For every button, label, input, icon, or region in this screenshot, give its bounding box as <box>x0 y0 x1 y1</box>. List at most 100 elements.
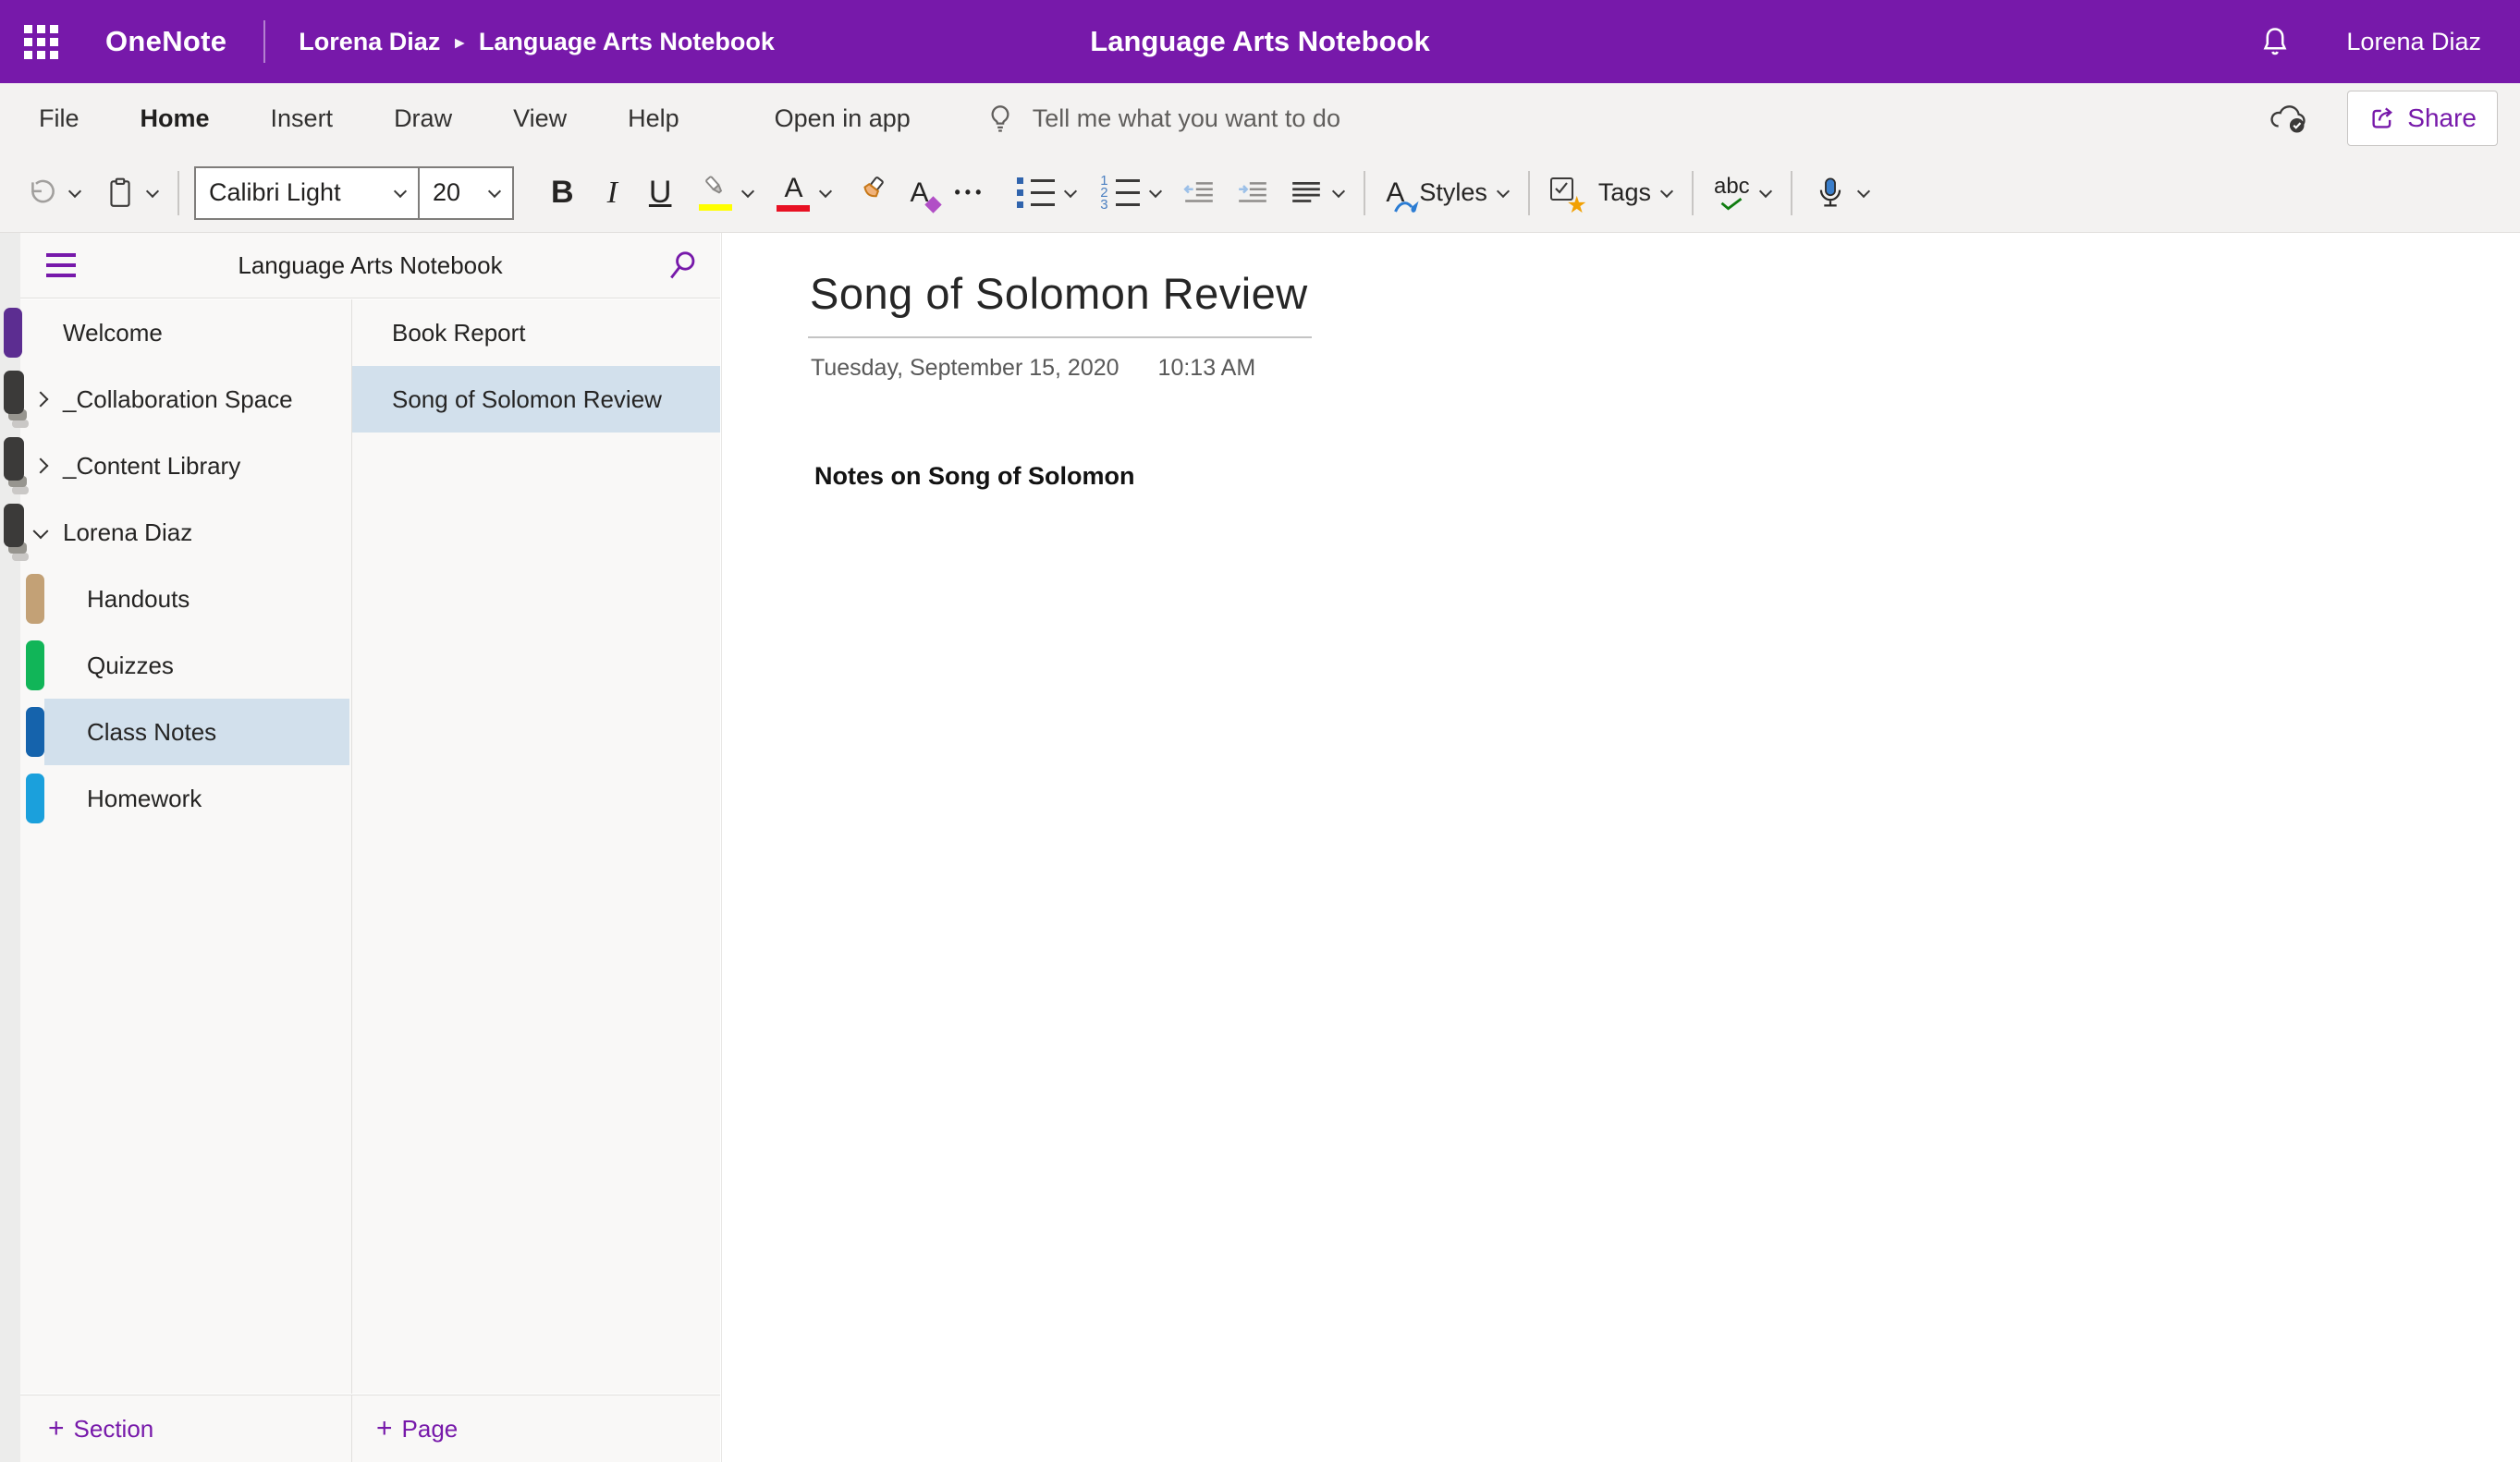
numbered-list-button[interactable]: 1 2 3 <box>1099 164 1160 223</box>
menu-view[interactable]: View <box>483 104 597 133</box>
spell-check-icon: abc <box>1714 176 1750 211</box>
nav-menu-button[interactable] <box>46 253 76 277</box>
page-book-report[interactable]: Book Report <box>352 299 720 366</box>
microphone-icon <box>1813 176 1848 211</box>
section-welcome[interactable]: Welcome <box>20 299 351 366</box>
indent-icon <box>1236 177 1269 210</box>
plus-icon: + <box>48 1415 65 1443</box>
toolbar-divider <box>1791 171 1792 215</box>
dictate-button[interactable] <box>1813 164 1868 223</box>
section-color-tab <box>4 308 22 358</box>
font-size-select[interactable]: 20 <box>418 166 514 220</box>
numbered-list-chevron-icon <box>1149 184 1162 197</box>
undo-button[interactable] <box>26 164 80 223</box>
section-group-label: _Content Library <box>20 452 240 481</box>
font-color-icon: A <box>777 175 810 212</box>
add-section-label: Section <box>74 1415 154 1444</box>
bell-icon <box>2257 24 2293 59</box>
topbar-right: Lorena Diaz <box>2257 24 2520 59</box>
search-button[interactable] <box>667 249 700 282</box>
breadcrumb-user[interactable]: Lorena Diaz <box>299 28 440 56</box>
section-handouts[interactable]: Handouts <box>20 566 351 632</box>
clear-formatting-button[interactable]: A <box>910 164 928 223</box>
section-label: Handouts <box>20 585 190 614</box>
bulleted-list-button[interactable] <box>1017 164 1075 223</box>
menu-insert[interactable]: Insert <box>240 104 364 133</box>
tell-me-label: Tell me what you want to do <box>1033 104 1340 133</box>
tags-button[interactable]: ★ Tags <box>1550 164 1671 223</box>
menu-help[interactable]: Help <box>597 104 710 133</box>
breadcrumb-separator-icon: ▸ <box>455 30 464 54</box>
share-button[interactable]: Share <box>2347 91 2498 146</box>
bold-button[interactable]: B <box>551 164 574 223</box>
note-body-text[interactable]: Notes on Song of Solomon <box>814 462 1134 491</box>
section-quizzes[interactable]: Quizzes <box>20 632 351 699</box>
highlight-chevron-icon <box>741 184 754 197</box>
add-page-button[interactable]: + Page <box>351 1395 720 1462</box>
decrease-indent-button[interactable] <box>1182 164 1216 223</box>
section-label: Quizzes <box>20 652 174 680</box>
notifications-button[interactable] <box>2257 24 2293 59</box>
section-group-lorena-diaz[interactable]: Lorena Diaz <box>20 499 351 566</box>
styles-button[interactable]: A Styles <box>1386 164 1508 223</box>
outdent-icon <box>1182 177 1216 210</box>
section-label: Welcome <box>20 319 163 347</box>
add-page-label: Page <box>402 1415 459 1444</box>
menubar-right: Share <box>2268 91 2520 146</box>
note-canvas[interactable]: Song of Solomon Review Tuesday, Septembe… <box>721 233 2520 1462</box>
menu-file[interactable]: File <box>39 104 110 133</box>
styles-chevron-icon <box>1497 184 1510 197</box>
more-formatting-button[interactable]: ••• <box>954 164 985 223</box>
app-launcher-button[interactable] <box>0 0 81 83</box>
tell-me-box[interactable]: Tell me what you want to do <box>985 103 1340 134</box>
highlight-button[interactable] <box>699 164 752 223</box>
section-class-notes[interactable]: Class Notes <box>20 699 351 765</box>
open-in-app-button[interactable]: Open in app <box>775 104 911 133</box>
account-user-name[interactable]: Lorena Diaz <box>2346 28 2481 56</box>
toolbar-divider <box>1692 171 1694 215</box>
page-song-of-solomon-review[interactable]: Song of Solomon Review <box>352 366 720 433</box>
paste-button[interactable] <box>104 164 157 223</box>
undo-dropdown-chevron-icon <box>68 184 81 197</box>
formatting-toolbar: Calibri Light 20 B I U A <box>0 153 2520 232</box>
toolbar-divider <box>1364 171 1365 215</box>
workspace: Language Arts Notebook Welcome _Collabor… <box>0 232 2520 1462</box>
breadcrumb: Lorena Diaz ▸ Language Arts Notebook <box>299 28 775 56</box>
toolbar-divider <box>177 171 179 215</box>
underline-button[interactable]: U <box>649 164 672 223</box>
breadcrumb-notebook[interactable]: Language Arts Notebook <box>479 28 775 56</box>
alignment-button[interactable] <box>1290 164 1343 223</box>
section-group-content-library[interactable]: _Content Library <box>20 433 351 499</box>
clipboard-icon <box>104 177 137 210</box>
highlighter-icon <box>699 176 732 211</box>
note-date: Tuesday, September 15, 2020 <box>811 355 1119 382</box>
note-meta: Tuesday, September 15, 2020 10:13 AM <box>811 355 1255 382</box>
app-name[interactable]: OneNote <box>105 25 226 58</box>
section-group-label: Lorena Diaz <box>20 518 192 547</box>
navigation-header: Language Arts Notebook <box>20 233 720 298</box>
onenote-app: OneNote Lorena Diaz ▸ Language Arts Note… <box>0 0 2520 1462</box>
menu-draw[interactable]: Draw <box>363 104 483 133</box>
font-size-value: 20 <box>433 178 460 207</box>
font-name-select[interactable]: Calibri Light <box>194 166 420 220</box>
add-section-button[interactable]: + Section <box>20 1395 351 1462</box>
section-group-collaboration-space[interactable]: _Collaboration Space <box>20 366 351 433</box>
lightbulb-icon <box>985 103 1016 134</box>
italic-button[interactable]: I <box>607 164 618 223</box>
alignment-chevron-icon <box>1332 184 1345 197</box>
spell-check-button[interactable]: abc <box>1714 164 1770 223</box>
section-homework[interactable]: Homework <box>20 765 351 832</box>
ellipsis-icon: ••• <box>954 183 985 202</box>
increase-indent-button[interactable] <box>1236 164 1269 223</box>
format-painter-button[interactable] <box>854 164 889 223</box>
font-color-button[interactable]: A <box>777 164 830 223</box>
menu-home[interactable]: Home <box>110 104 240 133</box>
paste-dropdown-chevron-icon <box>146 184 159 197</box>
format-painter-icon <box>854 176 889 211</box>
tags-chevron-icon <box>1660 184 1673 197</box>
section-label: Class Notes <box>20 718 216 747</box>
note-title[interactable]: Song of Solomon Review <box>810 268 1308 319</box>
tags-icon: ★ <box>1550 177 1582 209</box>
underline-icon: U <box>649 175 672 211</box>
menu-bar: File Home Insert Draw View Help Open in … <box>0 83 2520 153</box>
